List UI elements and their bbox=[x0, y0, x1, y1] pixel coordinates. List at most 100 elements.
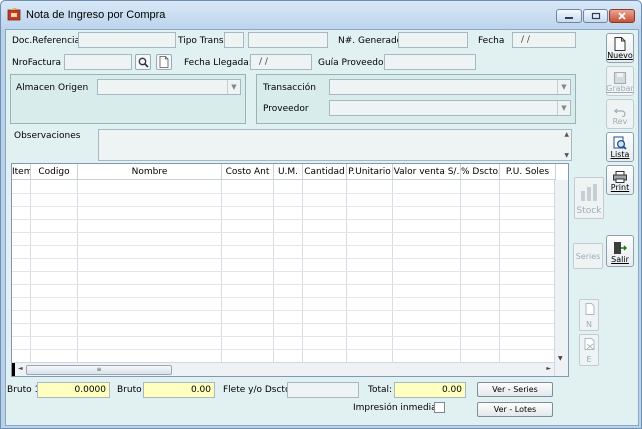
app-window: Nota de Ingreso por Compra Doc.Referenci… bbox=[0, 0, 642, 429]
ver-series-button[interactable]: Ver - Series bbox=[477, 382, 553, 397]
tipo-trans-desc-field[interactable] bbox=[248, 32, 328, 48]
table-row[interactable] bbox=[12, 219, 554, 220]
nuevo-button[interactable]: Nuevo bbox=[606, 33, 634, 63]
delete-row-icon bbox=[584, 338, 595, 350]
transaccion-combo[interactable]: ▼ bbox=[329, 79, 571, 95]
nro-generado-label: N#. Generado bbox=[338, 36, 403, 46]
transaccion-panel: Transacción ▼ Proveedor ▼ bbox=[256, 74, 576, 124]
col-header-cantidad[interactable]: Cantidad bbox=[303, 164, 347, 180]
salir-label: Salir bbox=[611, 255, 629, 264]
grid-header: Item Codigo Nombre Costo Ant U.M. Cantid… bbox=[12, 164, 556, 180]
grid-body[interactable] bbox=[12, 180, 556, 363]
lista-button[interactable]: Lista bbox=[606, 132, 634, 162]
doc-referencia-field[interactable] bbox=[78, 32, 176, 48]
minimize-icon bbox=[565, 17, 573, 19]
chevron-down-icon: ▼ bbox=[557, 101, 570, 115]
table-row[interactable] bbox=[12, 297, 554, 298]
observaciones-label: Observaciones bbox=[14, 131, 81, 141]
items-grid[interactable]: Item Codigo Nombre Costo Ant U.M. Cantid… bbox=[11, 163, 569, 377]
almacen-origen-combo[interactable]: ▼ bbox=[97, 79, 241, 95]
search-factura-button[interactable] bbox=[135, 54, 151, 70]
horizontal-scroll-thumb[interactable]: ≡ bbox=[26, 365, 172, 375]
scroll-down-icon[interactable]: ▼ bbox=[564, 152, 569, 159]
table-row[interactable] bbox=[12, 193, 554, 194]
scroll-down-icon[interactable]: ▼ bbox=[558, 355, 563, 362]
table-row[interactable] bbox=[12, 206, 554, 207]
chevron-down-icon: ▼ bbox=[227, 80, 240, 94]
bruto1-label: Bruto 1 bbox=[7, 385, 41, 395]
maximize-button[interactable] bbox=[583, 9, 608, 23]
col-header-punitario[interactable]: P.Unitario bbox=[347, 164, 393, 180]
flete-label: Flete y/o Dscto. bbox=[223, 385, 294, 395]
col-header-um[interactable]: U.M. bbox=[274, 164, 303, 180]
grid-cursor-marker bbox=[12, 363, 15, 376]
flete-field[interactable] bbox=[287, 382, 359, 398]
rev-button[interactable]: Rev bbox=[606, 99, 634, 129]
col-header-dscto[interactable]: % Dscto. bbox=[461, 164, 500, 180]
series-button[interactable]: Series bbox=[573, 243, 603, 269]
grabar-button[interactable]: Grabar bbox=[606, 66, 634, 96]
e-label: E bbox=[586, 355, 592, 364]
bruto-field[interactable]: 0.00 bbox=[143, 382, 215, 398]
bruto1-field[interactable]: 0.0000 bbox=[37, 382, 110, 398]
scroll-up-icon[interactable]: ▲ bbox=[564, 131, 569, 138]
stock-button[interactable]: Stock bbox=[574, 177, 604, 219]
title-bar[interactable]: Nota de Ingreso por Compra bbox=[1, 1, 641, 29]
fecha-llegada-field[interactable]: / / bbox=[250, 54, 312, 70]
search-icon bbox=[138, 57, 149, 68]
table-row[interactable] bbox=[12, 258, 554, 259]
printer-icon bbox=[613, 171, 627, 183]
print-button[interactable]: Print bbox=[606, 165, 634, 195]
table-row[interactable] bbox=[12, 336, 554, 337]
magnifier-list-icon bbox=[613, 136, 627, 150]
nro-factura-field[interactable] bbox=[64, 54, 132, 70]
salir-button[interactable]: Salir bbox=[606, 235, 634, 267]
col-header-costo-ant[interactable]: Costo Ant bbox=[222, 164, 274, 180]
nro-generado-field[interactable] bbox=[398, 32, 468, 48]
col-header-valor-venta[interactable]: Valor venta S/. bbox=[393, 164, 461, 180]
col-header-nombre[interactable]: Nombre bbox=[78, 164, 222, 180]
scroll-left-icon[interactable]: ◄ bbox=[18, 365, 23, 372]
e-button[interactable]: E bbox=[579, 334, 599, 366]
table-row[interactable] bbox=[12, 349, 554, 350]
print-label: Print bbox=[610, 183, 630, 192]
tipo-trans-label: Tipo Trans bbox=[178, 36, 224, 46]
col-header-item[interactable]: Item bbox=[12, 164, 31, 180]
table-row[interactable] bbox=[12, 232, 554, 233]
table-row[interactable] bbox=[12, 284, 554, 285]
minimize-button[interactable] bbox=[556, 9, 582, 23]
col-header-codigo[interactable]: Codigo bbox=[31, 164, 78, 180]
close-button[interactable] bbox=[609, 9, 635, 23]
new-doc-button[interactable] bbox=[156, 54, 172, 70]
tipo-trans-code-field[interactable] bbox=[224, 32, 244, 48]
impresion-inmediata-label: Impresión inmediata bbox=[353, 403, 446, 413]
total-field[interactable]: 0.00 bbox=[394, 382, 466, 398]
grid-vertical-scrollbar[interactable]: ▼ bbox=[554, 180, 568, 376]
undo-icon bbox=[614, 108, 626, 117]
guia-proveedor-field[interactable] bbox=[384, 54, 476, 70]
ver-lotes-button[interactable]: Ver - Lotes bbox=[477, 402, 553, 417]
series-label: Series bbox=[575, 251, 601, 261]
nro-factura-label: NroFactura bbox=[12, 58, 62, 68]
fecha-llegada-label: Fecha Llegada: bbox=[184, 58, 252, 68]
impresion-inmediata-checkbox[interactable] bbox=[434, 402, 445, 413]
grabar-label: Grabar bbox=[606, 84, 634, 93]
grid-horizontal-scrollbar[interactable]: ◄ ≡ ► bbox=[12, 362, 554, 376]
document-icon bbox=[159, 56, 169, 68]
table-row[interactable] bbox=[12, 245, 554, 246]
close-icon bbox=[618, 12, 626, 20]
nuevo-label: Nuevo bbox=[607, 51, 633, 60]
col-header-pu-soles[interactable]: P.U. Soles bbox=[500, 164, 556, 180]
doc-referencia-label: Doc.Referencia bbox=[12, 36, 81, 46]
table-row[interactable] bbox=[12, 310, 554, 311]
scroll-right-icon[interactable]: ► bbox=[546, 365, 551, 372]
table-row[interactable] bbox=[12, 271, 554, 272]
n-button[interactable]: N bbox=[579, 299, 599, 331]
fecha-field[interactable]: / / bbox=[512, 32, 576, 48]
app-icon bbox=[7, 8, 21, 21]
table-row[interactable] bbox=[12, 323, 554, 324]
fecha-label: Fecha bbox=[478, 36, 505, 46]
proveedor-label: Proveedor bbox=[263, 104, 309, 114]
observaciones-textarea[interactable]: ▲ ▼ bbox=[98, 129, 572, 161]
proveedor-combo[interactable]: ▼ bbox=[329, 100, 571, 116]
